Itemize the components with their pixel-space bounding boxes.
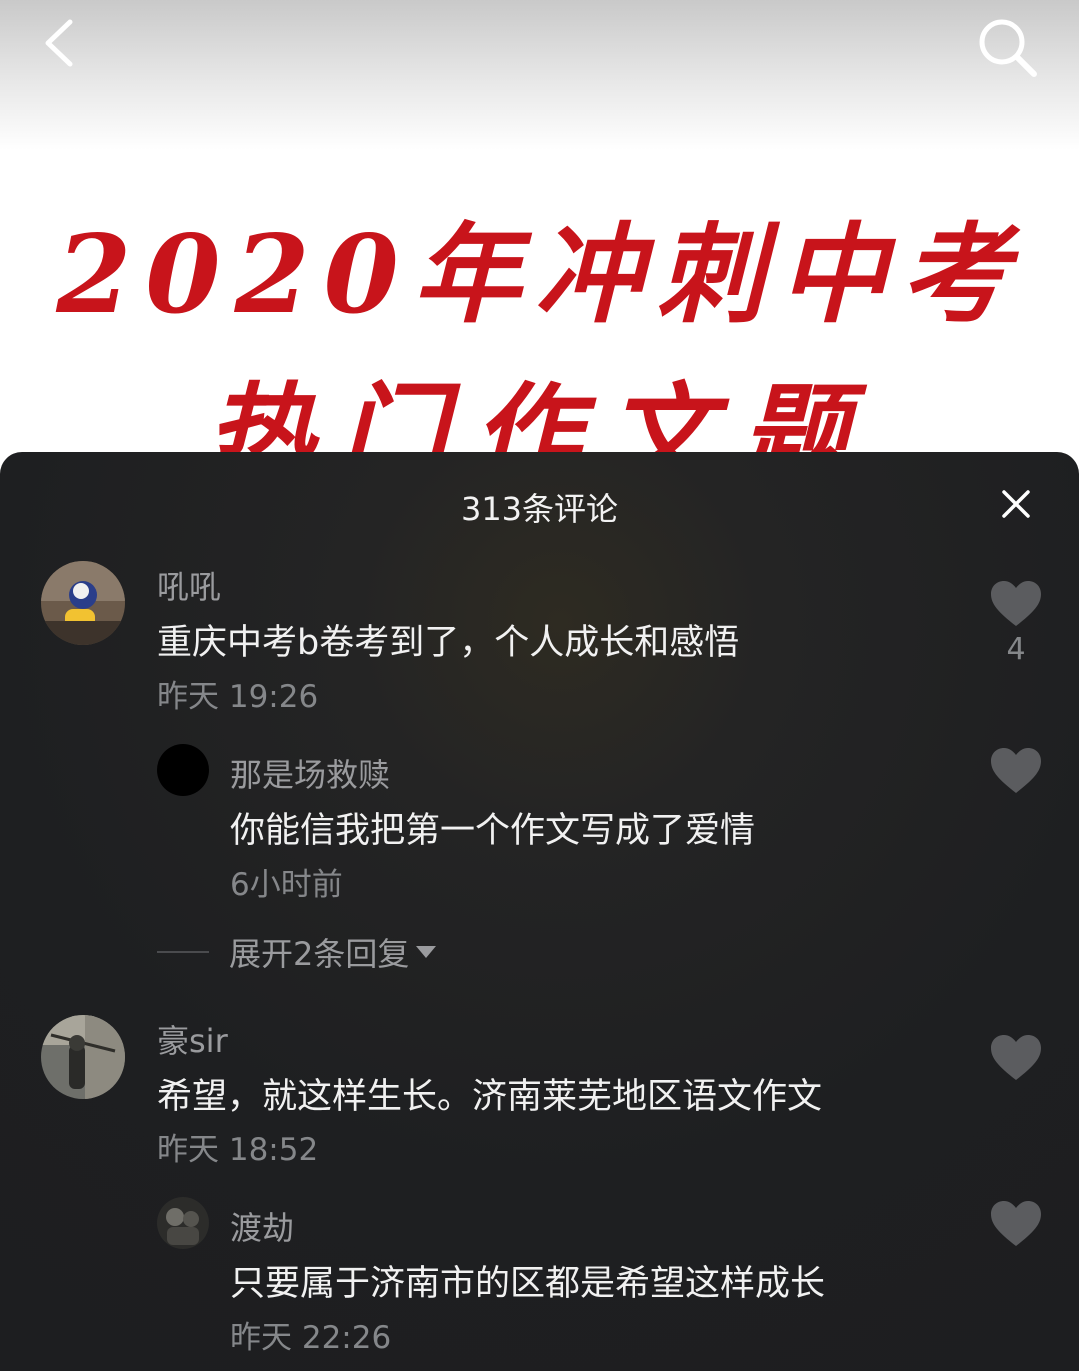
heart-icon[interactable] bbox=[990, 580, 1042, 628]
comment-text: 重庆中考b卷考到了，个人成长和感悟 bbox=[157, 623, 740, 663]
expand-replies-label: 展开2条回复 bbox=[229, 935, 410, 973]
avatar[interactable] bbox=[41, 561, 125, 645]
comment-time: 昨天 18:52 bbox=[157, 1132, 319, 1168]
expand-replies-button[interactable]: 展开2条回复 bbox=[157, 930, 437, 974]
reply-avatar[interactable] bbox=[157, 1197, 209, 1249]
comments-count-title: 313条评论 bbox=[460, 490, 619, 528]
comment-username[interactable]: 吼吼 bbox=[157, 562, 221, 608]
reply-time: 6小时前 bbox=[230, 867, 343, 903]
reply-text: 只要属于济南市的区都是希望这样成长 bbox=[230, 1264, 826, 1304]
reply-time: 昨天 22:26 bbox=[230, 1320, 392, 1356]
divider-line bbox=[157, 951, 209, 953]
heart-icon[interactable] bbox=[990, 1034, 1042, 1082]
close-icon[interactable] bbox=[996, 484, 1036, 524]
reply-text: 你能信我把第一个作文写成了爱情 bbox=[230, 811, 756, 851]
banner-title-line1: 2020年冲刺中考 bbox=[56, 212, 1023, 338]
avatar[interactable] bbox=[41, 1015, 125, 1099]
banner-title-line2: 热门作文题 bbox=[204, 372, 875, 460]
back-chevron-icon[interactable] bbox=[36, 18, 86, 68]
caret-down-icon bbox=[416, 946, 437, 958]
heart-icon[interactable] bbox=[990, 1200, 1042, 1248]
comment-text: 希望，就这样生长。济南莱芜地区语文作文 bbox=[157, 1077, 823, 1117]
comments-panel: 313条评论 吼吼 重庆中考b卷考到了，个人成长和感悟 昨天 19:26 4 那… bbox=[0, 452, 1079, 1371]
reply-username[interactable]: 那是场救赎 bbox=[230, 750, 390, 796]
comment-username[interactable]: 豪sir bbox=[157, 1016, 228, 1062]
like-count: 4 bbox=[1006, 632, 1026, 667]
video-banner[interactable]: 2020年冲刺中考 热门作文题 bbox=[0, 150, 1079, 460]
top-bar bbox=[0, 0, 1079, 150]
reply-avatar[interactable] bbox=[157, 744, 209, 796]
reply-username[interactable]: 渡劫 bbox=[230, 1203, 294, 1249]
search-icon[interactable] bbox=[974, 14, 1040, 80]
heart-icon[interactable] bbox=[990, 747, 1042, 795]
comment-time: 昨天 19:26 bbox=[157, 679, 319, 715]
